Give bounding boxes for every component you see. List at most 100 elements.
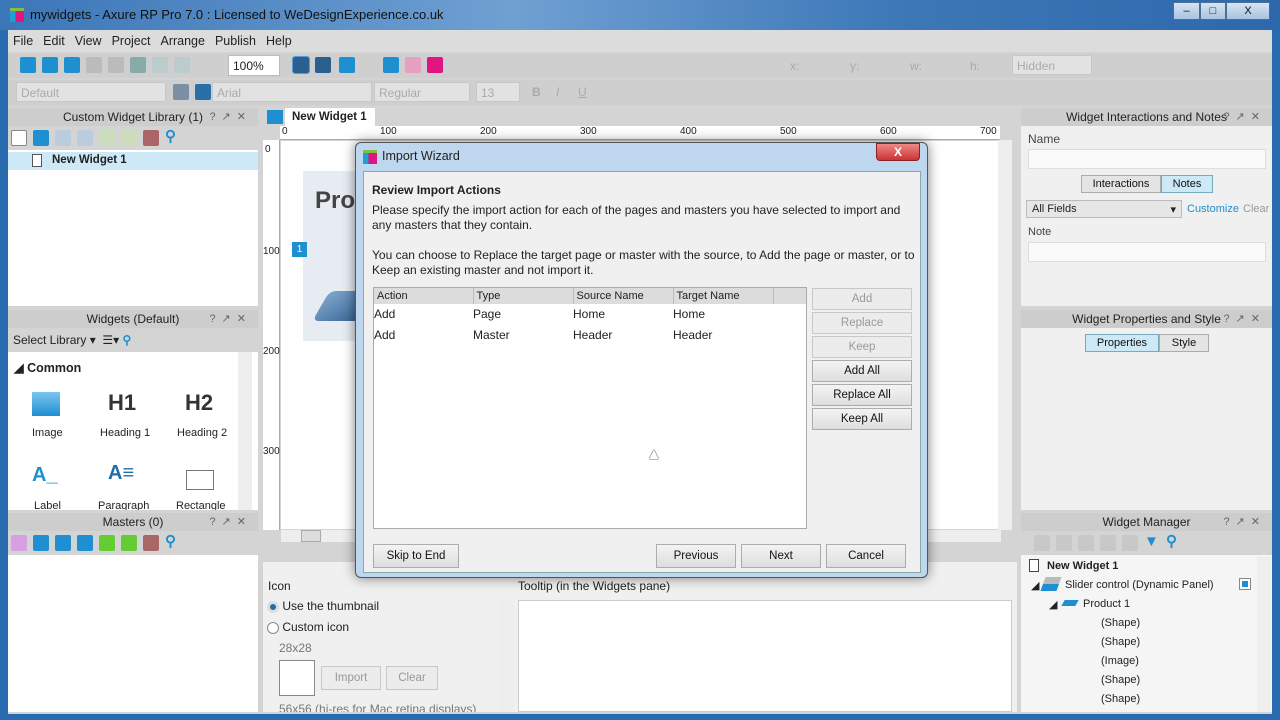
zoom-select[interactable]: 100% [228,55,280,76]
select-contained-icon[interactable] [315,57,331,73]
publish-icon[interactable] [427,57,443,73]
menu-file[interactable]: File [8,30,38,48]
paste-icon[interactable] [130,57,146,73]
panel-controls[interactable]: ?↗✕ [209,513,252,531]
tree-item[interactable]: (Shape) [1101,674,1140,686]
outdent-icon[interactable] [121,130,137,146]
brush-icon[interactable] [195,84,211,100]
name-input[interactable] [1028,149,1266,169]
redo-icon[interactable] [174,57,190,73]
rectangle-widget-icon[interactable] [186,470,214,490]
move-up-icon[interactable] [1078,535,1094,551]
common-section[interactable]: ◢ Common [14,360,81,375]
delete-icon[interactable] [1122,535,1138,551]
tree-scrollbar[interactable] [1257,557,1271,712]
image-widget-icon[interactable] [32,392,60,416]
customize-link[interactable]: Customize [1187,203,1239,215]
style-select[interactable]: Default [16,82,166,102]
clear-all-link[interactable]: Clear All [1243,203,1272,215]
hidden-checkbox[interactable]: Hidden [1012,55,1092,75]
tree-item[interactable]: (Image) [1101,655,1139,667]
tab-interactions[interactable]: Interactions [1081,175,1161,193]
note-input[interactable] [1028,242,1266,262]
import-icon-button[interactable]: Import [321,666,381,690]
menu-icon[interactable]: ☰▾ [102,333,119,347]
cell-action[interactable]: Add [374,304,473,325]
add-all-button[interactable]: Add All [812,360,912,382]
menu-arrange[interactable]: Arrange [155,30,209,48]
column-source-name[interactable]: Source Name [573,288,674,304]
filter-icon[interactable]: ▼ [1144,534,1160,551]
maximize-button[interactable]: □ [1200,2,1226,20]
use-thumbnail-radio[interactable]: Use the thumbnail [267,599,379,613]
minimize-button[interactable]: – [1173,2,1200,20]
skip-to-end-button[interactable]: Skip to End [373,544,459,568]
cut-icon[interactable] [86,57,102,73]
size-select[interactable]: 13 [476,82,520,102]
heading2-widget-icon[interactable]: H2 [185,390,213,416]
fields-select[interactable]: All Fields ▾ [1026,200,1182,218]
italic-button[interactable]: I [556,85,559,99]
tab-notes[interactable]: Notes [1161,175,1213,193]
underline-button[interactable]: U [578,85,587,99]
vertical-scrollbar[interactable] [998,140,1012,530]
select-library-dropdown[interactable]: Select Library [13,333,86,347]
visibility-toggle[interactable] [1239,578,1251,590]
table-row[interactable]: Add Page Home Home [374,304,806,325]
search-icon[interactable]: ⚲ [123,333,132,347]
format-painter-icon[interactable] [173,84,189,100]
tree-item[interactable]: Product 1 [1083,598,1130,610]
label-widget-icon[interactable]: A_ [32,464,58,487]
scrollbar[interactable] [499,600,513,712]
library-item[interactable]: New Widget 1 [8,152,258,170]
copy-icon[interactable] [108,57,124,73]
column-target-name[interactable]: Target Name [673,288,774,304]
panel-controls[interactable]: ?↗✕ [1223,108,1266,126]
tab-style[interactable]: Style [1159,334,1209,352]
delete-icon[interactable] [143,130,159,146]
keep-all-button[interactable]: Keep All [812,408,912,430]
outdent-icon[interactable] [121,535,137,551]
send-to-icon[interactable] [1034,535,1050,551]
collapse-icon[interactable]: ◢ [1049,598,1057,611]
indent-icon[interactable] [99,130,115,146]
tree-item[interactable]: (Shape) [1101,693,1140,705]
interaction-badge[interactable]: 1 [292,242,307,257]
column-type[interactable]: Type [473,288,574,304]
tree-item[interactable]: New Widget 1 [1047,560,1118,572]
menu-project[interactable]: Project [107,30,156,48]
menu-publish[interactable]: Publish [210,30,261,48]
table-row[interactable]: Add Master Header Header [374,325,806,346]
keep-button[interactable]: Keep [812,336,912,358]
panel-controls[interactable]: ?↗✕ [1223,513,1266,531]
sitemap-icon[interactable] [267,110,283,124]
indent-icon[interactable] [99,535,115,551]
next-button[interactable]: Next [741,544,821,568]
replace-all-button[interactable]: Replace All [812,384,912,406]
menu-edit[interactable]: Edit [38,30,70,48]
add-folder-icon[interactable] [33,535,49,551]
close-dialog-button[interactable]: X [876,143,920,161]
select-intersected-icon[interactable] [292,56,310,74]
tree-item[interactable]: (Shape) [1101,636,1140,648]
tree-item[interactable]: Slider control (Dynamic Panel) [1065,579,1214,591]
open-icon[interactable] [42,57,58,73]
share-icon[interactable] [405,57,421,73]
heading1-widget-icon[interactable]: H1 [108,390,136,416]
add-folder-icon[interactable] [33,130,49,146]
search-icon[interactable]: ⚲ [165,534,181,551]
clear-icon-button[interactable]: Clear [386,666,438,690]
panel-controls[interactable]: ?↗✕ [209,108,252,126]
menu-help[interactable]: Help [261,30,297,48]
close-window-button[interactable]: X [1226,2,1270,20]
font-select[interactable]: Arial [212,82,372,102]
move-up-icon[interactable] [55,535,71,551]
weight-select[interactable]: Regular [374,82,470,102]
add-page-icon[interactable] [11,130,27,146]
cell-action[interactable]: Add [374,325,473,346]
delete-icon[interactable] [143,535,159,551]
search-icon[interactable]: ⚲ [165,129,181,146]
move-down-icon[interactable] [77,130,93,146]
widgets-scrollbar[interactable] [238,352,252,510]
preview-icon[interactable] [383,57,399,73]
